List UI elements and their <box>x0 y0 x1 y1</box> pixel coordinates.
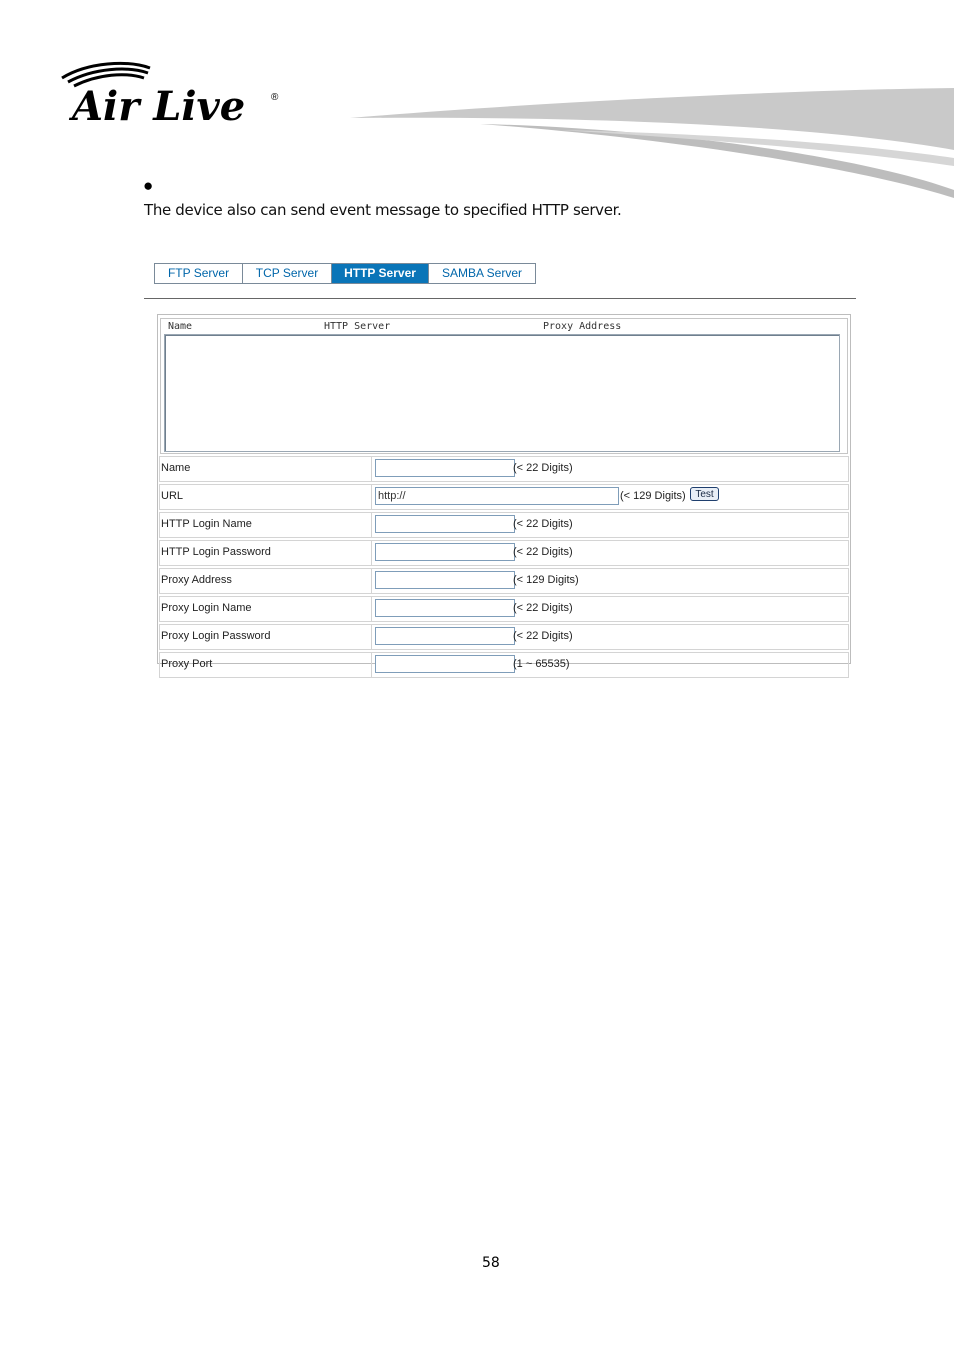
svg-text:®: ® <box>271 92 279 103</box>
intro-text: The device also can send event message t… <box>144 201 622 219</box>
http-server-panel: Name HTTP Server Proxy Address Name (< 2… <box>157 314 851 678</box>
url-input[interactable] <box>375 487 619 505</box>
http-server-form: Name (< 22 Digits) URL (< 129 Digits) Te… <box>159 456 849 680</box>
proxy-port-hint: (1 ~ 65535) <box>513 658 570 670</box>
proxy-login-name-hint: (< 22 Digits) <box>513 602 573 614</box>
url-hint: (< 129 Digits) <box>620 490 686 502</box>
form-row-http-login-password: HTTP Login Password (< 22 Digits) <box>159 540 849 566</box>
list-header-name: Name <box>168 321 193 332</box>
proxy-port-input[interactable] <box>375 655 515 673</box>
form-row-proxy-port: Proxy Port (1 ~ 65535) <box>159 652 849 678</box>
form-row-name: Name (< 22 Digits) <box>159 456 849 482</box>
airlive-logo: Air Live ® <box>61 61 279 126</box>
tab-tcp-server[interactable]: TCP Server <box>243 264 332 283</box>
list-header-proxy-address: Proxy Address <box>543 321 622 332</box>
proxy-login-password-label: Proxy Login Password <box>160 625 372 649</box>
proxy-login-password-hint: (< 22 Digits) <box>513 630 573 642</box>
proxy-address-label: Proxy Address <box>160 569 372 593</box>
header-swoosh <box>350 88 954 198</box>
server-tabs: FTP Server TCP Server HTTP Server SAMBA … <box>154 263 536 284</box>
http-login-password-input[interactable] <box>375 543 515 561</box>
http-login-password-hint: (< 22 Digits) <box>513 546 573 558</box>
name-hint: (< 22 Digits) <box>513 462 573 474</box>
proxy-login-name-label: Proxy Login Name <box>160 597 372 621</box>
name-label: Name <box>160 457 372 481</box>
proxy-login-password-input[interactable] <box>375 627 515 645</box>
http-login-name-hint: (< 22 Digits) <box>513 518 573 530</box>
proxy-address-hint: (< 129 Digits) <box>513 574 579 586</box>
list-header-http-server: HTTP Server <box>324 321 391 332</box>
divider <box>144 298 856 299</box>
http-login-name-label: HTTP Login Name <box>160 513 372 537</box>
form-row-url: URL (< 129 Digits) Test <box>159 484 849 510</box>
proxy-login-name-input[interactable] <box>375 599 515 617</box>
svg-text:Air Live: Air Live <box>68 83 245 126</box>
url-label: URL <box>160 485 372 509</box>
http-login-password-label: HTTP Login Password <box>160 541 372 565</box>
server-list-box: Name HTTP Server Proxy Address <box>160 318 848 454</box>
proxy-port-label: Proxy Port <box>160 653 372 677</box>
tab-ftp-server[interactable]: FTP Server <box>155 264 243 283</box>
tab-samba-server[interactable]: SAMBA Server <box>429 264 535 283</box>
form-row-proxy-address: Proxy Address (< 129 Digits) <box>159 568 849 594</box>
name-input[interactable] <box>375 459 515 477</box>
server-list[interactable] <box>164 334 840 452</box>
form-row-proxy-login-password: Proxy Login Password (< 22 Digits) <box>159 624 849 650</box>
bullet-point: ● <box>143 176 154 195</box>
form-row-proxy-login-name: Proxy Login Name (< 22 Digits) <box>159 596 849 622</box>
page-number: 58 <box>482 1255 500 1271</box>
form-row-http-login-name: HTTP Login Name (< 22 Digits) <box>159 512 849 538</box>
test-button[interactable]: Test <box>690 487 719 501</box>
tab-http-server[interactable]: HTTP Server <box>332 264 429 283</box>
http-login-name-input[interactable] <box>375 515 515 533</box>
proxy-address-input[interactable] <box>375 571 515 589</box>
